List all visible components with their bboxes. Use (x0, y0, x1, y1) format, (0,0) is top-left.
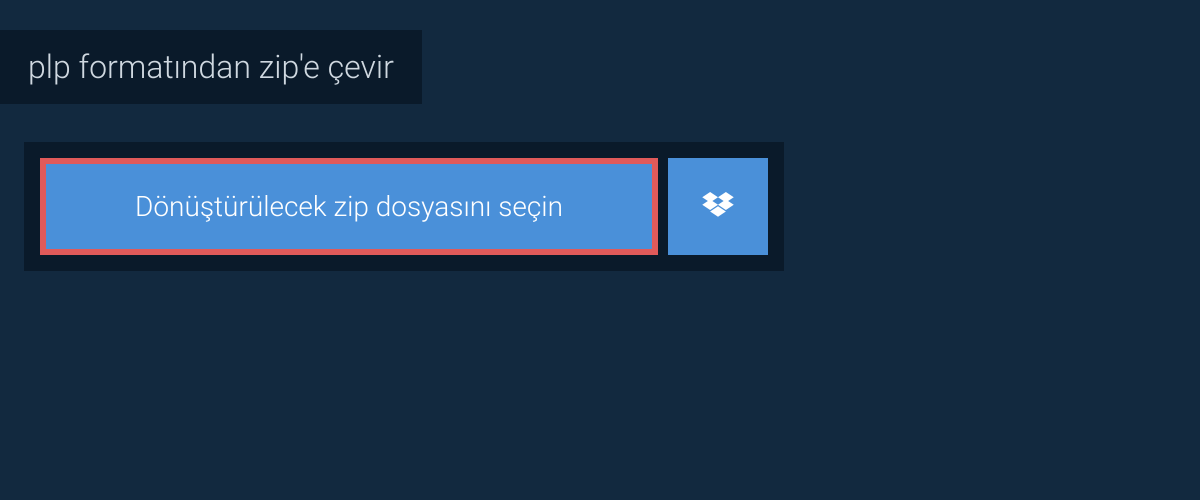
page-title: plp formatından zip'e çevir (0, 30, 422, 104)
upload-panel: Dönüştürülecek zip dosyasını seçin (24, 142, 784, 271)
select-file-button[interactable]: Dönüştürülecek zip dosyasını seçin (40, 158, 658, 255)
select-file-label: Dönüştürülecek zip dosyasını seçin (135, 190, 563, 223)
dropbox-icon (702, 192, 734, 222)
dropbox-button[interactable] (668, 158, 768, 255)
